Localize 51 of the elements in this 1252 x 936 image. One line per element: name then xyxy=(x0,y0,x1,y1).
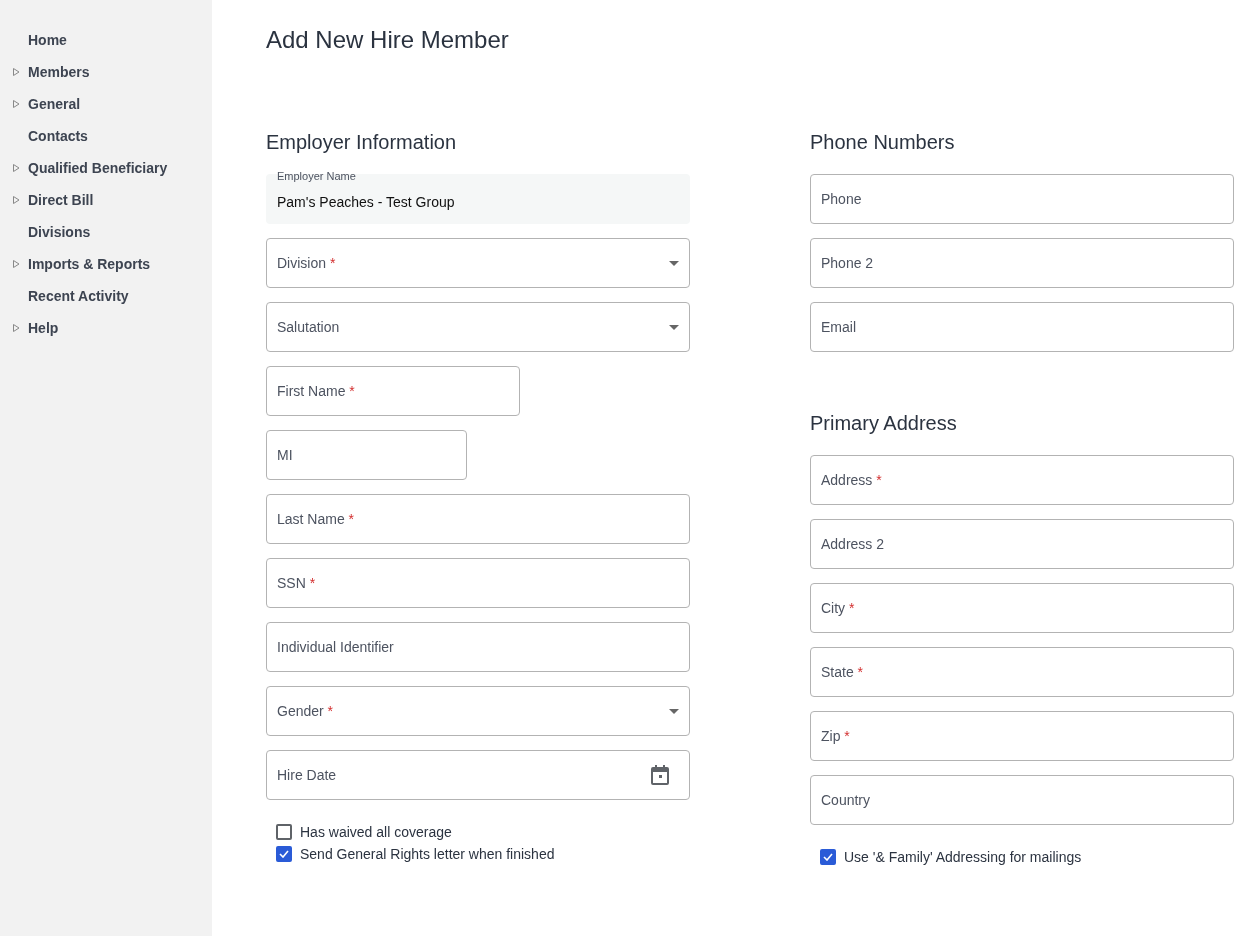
expand-triangle-icon[interactable] xyxy=(12,324,20,332)
input-field[interactable]: Last Name * xyxy=(266,494,690,544)
input-field[interactable]: Zip * xyxy=(810,711,1234,761)
dropdown-caret-icon xyxy=(669,324,679,330)
expand-triangle-icon[interactable] xyxy=(12,196,20,204)
dropdown-caret-icon xyxy=(669,260,679,266)
date-field[interactable]: Hire Date xyxy=(266,750,690,800)
expand-triangle-icon[interactable] xyxy=(12,68,20,76)
checkbox-label: Use '& Family' Addressing for mailings xyxy=(844,849,1082,865)
sidebar-link[interactable]: Qualified Beneficiary xyxy=(28,160,168,176)
input-field[interactable]: MI xyxy=(266,430,467,480)
expand-triangle-icon[interactable] xyxy=(12,164,20,172)
expand-triangle-icon[interactable] xyxy=(12,100,20,108)
checkbox[interactable] xyxy=(820,849,836,865)
section-heading: Primary Address xyxy=(810,411,958,436)
sidebar-link[interactable]: Direct Bill xyxy=(28,192,94,208)
sidebar-link[interactable]: Contacts xyxy=(28,128,88,144)
sidebar-link[interactable]: Members xyxy=(28,64,90,80)
select-field[interactable]: Salutation xyxy=(266,302,690,352)
input-field[interactable]: City * xyxy=(810,583,1234,633)
checkbox[interactable] xyxy=(276,846,292,862)
checkbox-label: Send General Rights letter when finished xyxy=(300,846,555,862)
sidebar-link[interactable]: Recent Activity xyxy=(28,288,129,304)
employer-name-field[interactable]: Employer Name Pam's Peaches - Test Group xyxy=(266,174,690,224)
input-field[interactable]: Address 2 xyxy=(810,519,1234,569)
checkmark-icon xyxy=(279,850,289,858)
dropdown-caret-icon xyxy=(669,708,679,714)
sidebar-link[interactable]: Imports & Reports xyxy=(28,256,151,272)
sidebar-link[interactable]: Divisions xyxy=(28,224,91,240)
page-title: Add New Hire Member xyxy=(266,25,510,55)
input-field[interactable]: First Name * xyxy=(266,366,520,416)
select-field[interactable]: Division * xyxy=(266,238,690,288)
checkbox[interactable] xyxy=(276,824,292,840)
input-field[interactable]: Individual Identifier xyxy=(266,622,690,672)
checkbox-label: Has waived all coverage xyxy=(300,824,452,840)
sidebar-link[interactable]: Help xyxy=(28,320,59,336)
sidebar-link[interactable]: General xyxy=(28,96,81,112)
section-heading: Employer Information xyxy=(266,130,458,155)
input-field[interactable]: Email xyxy=(810,302,1234,352)
checkmark-icon xyxy=(823,853,833,861)
input-field[interactable]: Country xyxy=(810,775,1234,825)
input-field[interactable]: State * xyxy=(810,647,1234,697)
expand-triangle-icon[interactable] xyxy=(12,260,20,268)
select-field[interactable]: Gender * xyxy=(266,686,690,736)
input-field[interactable]: SSN * xyxy=(266,558,690,608)
section-heading: Phone Numbers xyxy=(810,130,956,155)
calendar-icon xyxy=(651,765,669,785)
input-field[interactable]: Phone xyxy=(810,174,1234,224)
sidebar-link[interactable]: Home xyxy=(28,32,67,48)
input-field[interactable]: Phone 2 xyxy=(810,238,1234,288)
input-field[interactable]: Address * xyxy=(810,455,1234,505)
